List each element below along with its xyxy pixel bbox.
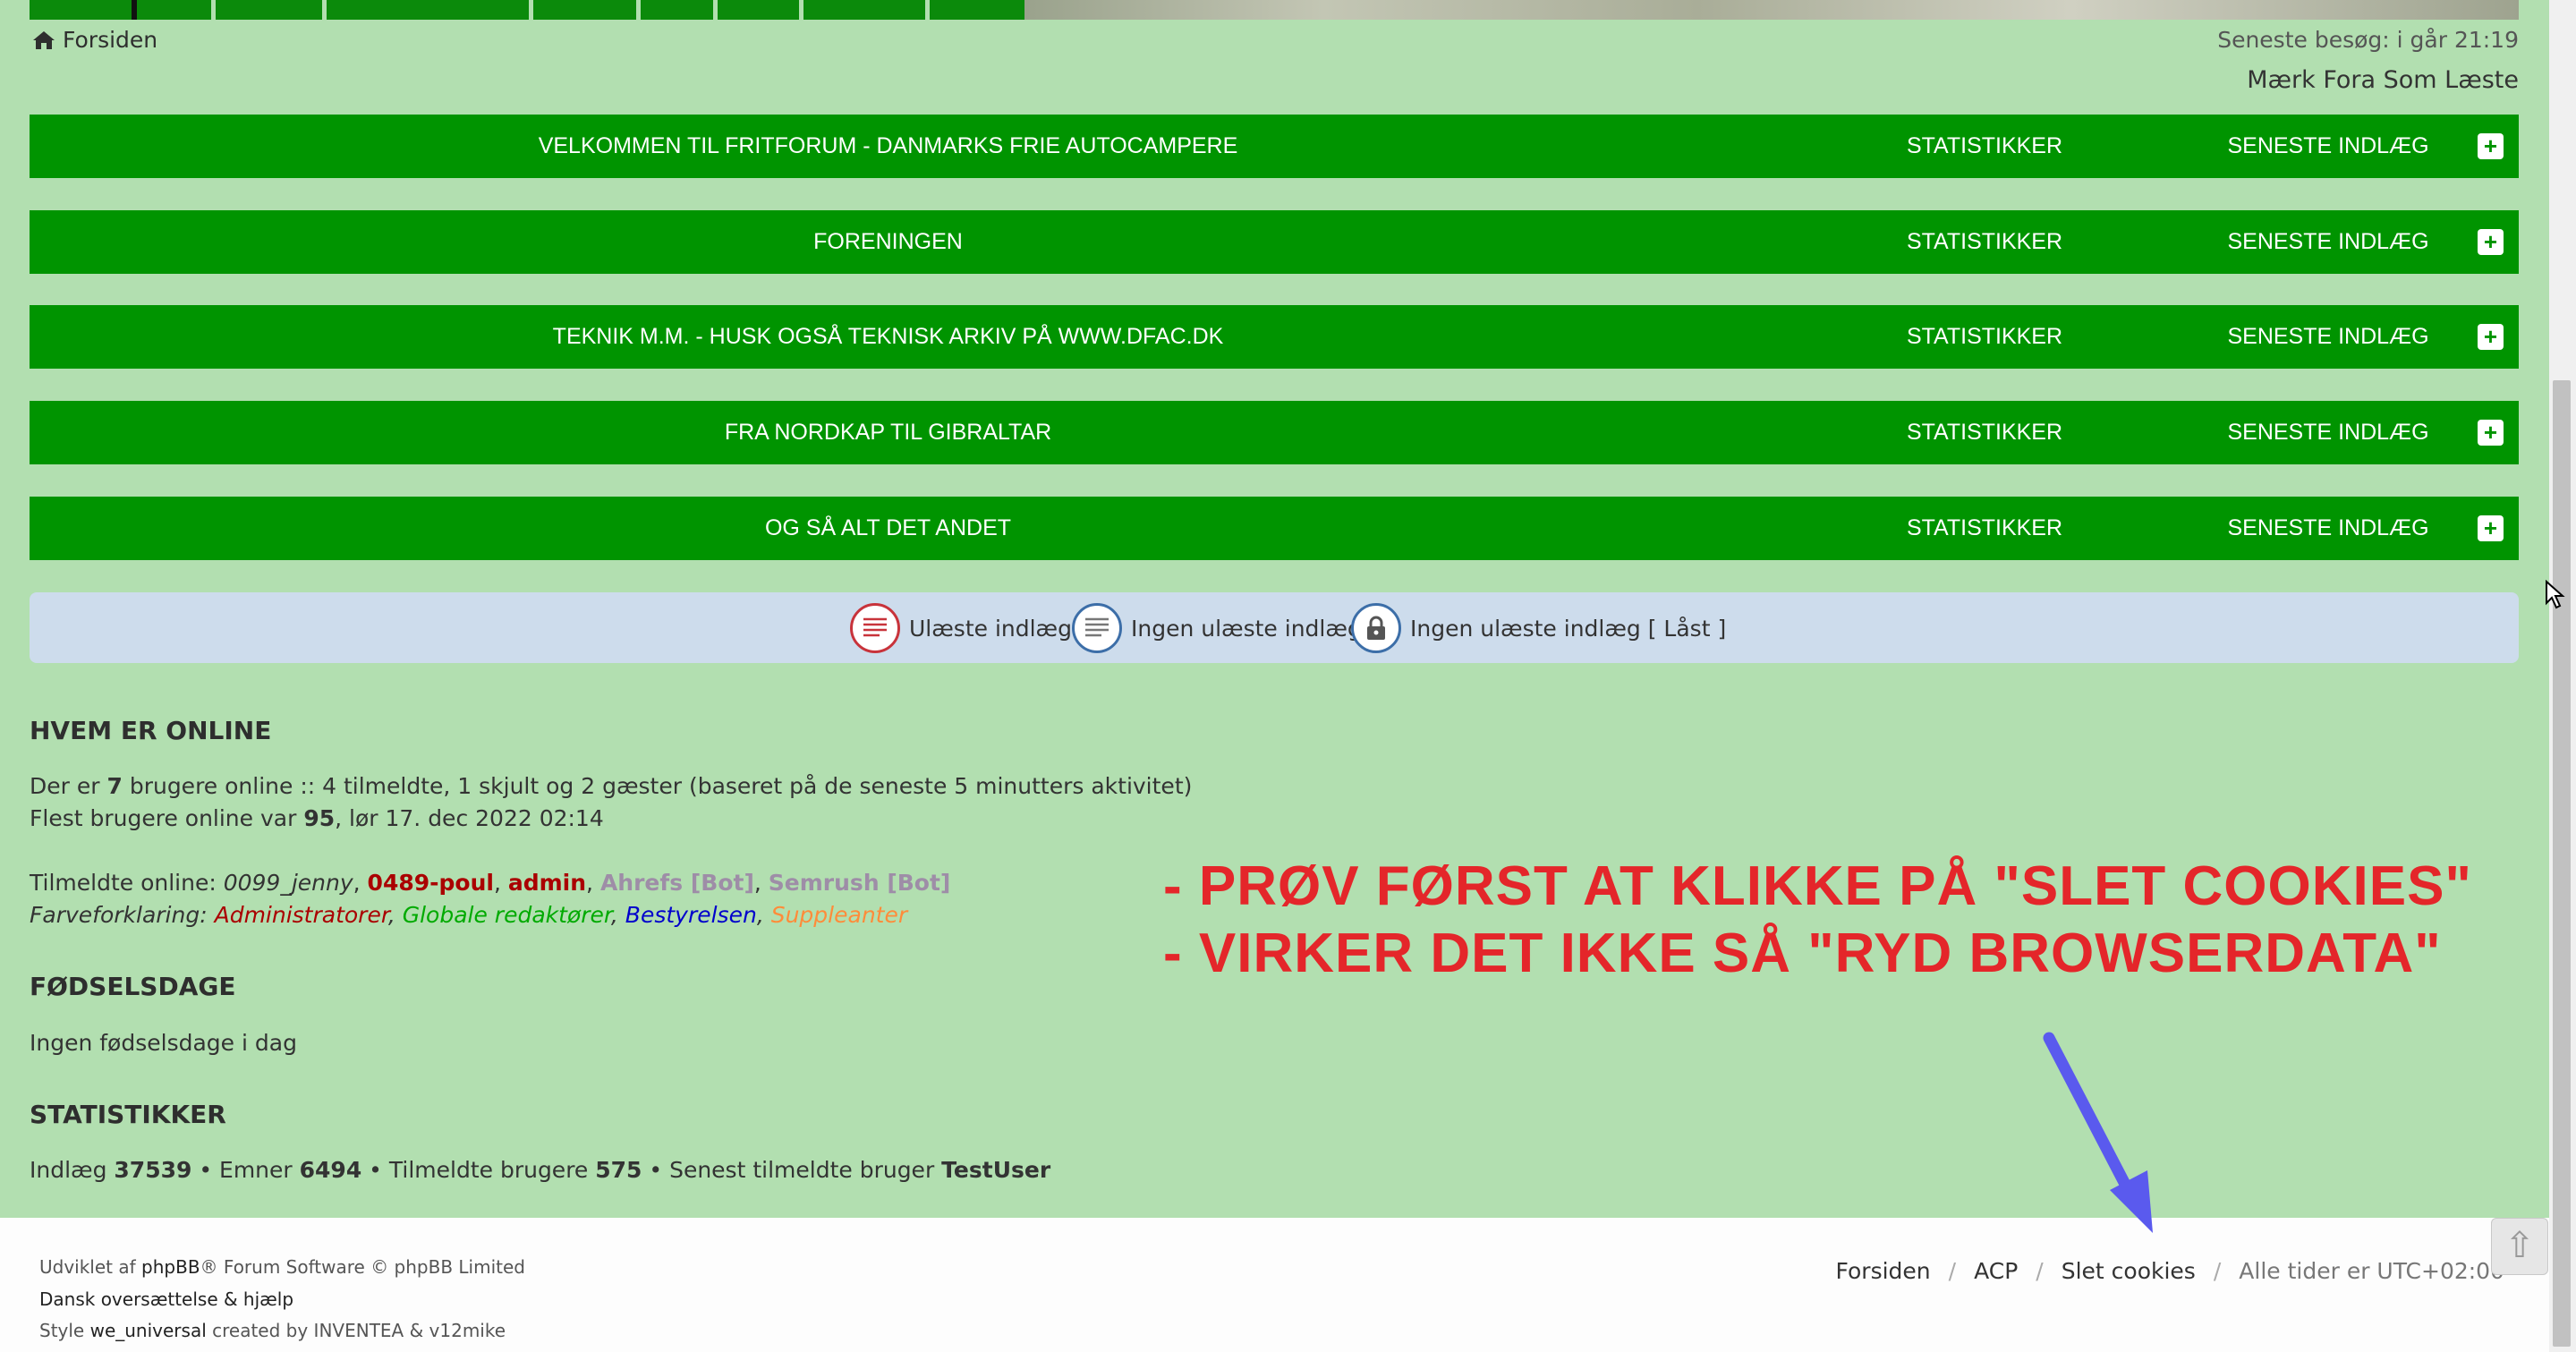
group-link[interactable]: Globale redaktører <box>403 902 611 928</box>
online-record: 95 <box>303 805 336 831</box>
home-icon <box>33 30 55 49</box>
birthdays-heading: FØDSELSDAGE <box>30 972 236 1001</box>
category-stats-header: STATISTIKKER <box>1906 420 2063 445</box>
statistics-line: Indlæg 37539 • Emner 6494 • Tilmeldte br… <box>30 1157 1051 1183</box>
forum-icon-legend: Ulæste indlæg Ingen ulæste indlæg Ingen … <box>30 592 2519 663</box>
top-nav-strip[interactable] <box>30 0 1024 20</box>
registered-online: Tilmeldte online: 0099_jenny, 0489-poul,… <box>30 870 951 896</box>
scrollbar-thumb[interactable] <box>2553 380 2571 1347</box>
annotation-line-2: - VIRKER DET IKKE SÅ "RYD BROWSERDATA" <box>1163 923 2442 984</box>
footer-credit: Udviklet af phpBB® Forum Software © phpB… <box>39 1256 525 1278</box>
footer-home-link[interactable]: Forsiden <box>1836 1258 1931 1284</box>
page-body: Forsiden Seneste besøg: i går 21:19 Mærk… <box>0 0 2549 1218</box>
group-link[interactable]: Bestyrelsen <box>625 902 757 928</box>
footer-separator: / <box>2036 1258 2044 1284</box>
group-color-legend: Farveforklaring: Administratorer, Global… <box>30 902 908 928</box>
expand-toggle-icon[interactable]: + <box>2478 229 2504 255</box>
category-bar[interactable]: TEKNIK M.M. - HUSK OGSÅ TEKNISK ARKIV PÅ… <box>30 305 2519 369</box>
expand-toggle-icon[interactable]: + <box>2478 515 2504 541</box>
user-link[interactable]: Semrush [Bot] <box>769 870 951 896</box>
read-forum-icon <box>1072 603 1122 653</box>
online-count-line: Der er 7 brugere online :: 4 tilmeldte, … <box>30 773 1193 799</box>
footer-acp-link[interactable]: ACP <box>1974 1258 2018 1284</box>
user-link[interactable]: 0099_jenny <box>224 870 353 896</box>
category-title[interactable]: VELKOMMEN TIL FRITFORUM - DANMARKS FRIE … <box>30 115 1747 178</box>
user-link[interactable]: 0489-poul <box>368 870 494 896</box>
category-latest-header: SENESTE INDLÆG <box>2227 229 2429 254</box>
style-link[interactable]: we_universal <box>90 1320 207 1341</box>
category-stats-header: STATISTIKKER <box>1906 133 2063 158</box>
translation-link[interactable]: Dansk oversættelse & hjælp <box>39 1288 293 1310</box>
category-title[interactable]: OG SÅ ALT DET ANDET <box>30 497 1747 560</box>
legend-unread: Ulæste indlæg <box>850 601 1072 655</box>
top-banner <box>0 0 2549 20</box>
category-title[interactable]: TEKNIK M.M. - HUSK OGSÅ TEKNISK ARKIV PÅ… <box>30 305 1747 369</box>
back-to-top-button[interactable]: ⇧ <box>2491 1218 2548 1275</box>
category-latest-header: SENESTE INDLÆG <box>2227 324 2429 349</box>
footer-style-credit: Style we_universal created by INVENTEA &… <box>39 1320 506 1341</box>
category-latest-header: SENESTE INDLÆG <box>2227 515 2429 540</box>
delete-cookies-link[interactable]: Slet cookies <box>2062 1258 2196 1284</box>
stat-members: 575 <box>595 1157 642 1183</box>
annotation-line-1: - PRØV FØRST AT KLIKKE PÅ "SLET COOKIES" <box>1163 855 2472 917</box>
breadcrumb-home[interactable]: Forsiden <box>63 27 157 53</box>
footer-links: Forsiden / ACP / Slet cookies / Alle tid… <box>1836 1258 2505 1284</box>
footer-separator: / <box>1948 1258 1957 1284</box>
expand-toggle-icon[interactable]: + <box>2478 420 2504 446</box>
legend-locked: Ingen ulæste indlæg [ Låst ] <box>1351 601 1726 655</box>
category-latest-header: SENESTE INDLÆG <box>2227 420 2429 445</box>
birthdays-text: Ingen fødselsdage i dag <box>30 1030 297 1056</box>
mouse-cursor-icon <box>2546 580 2565 609</box>
stat-posts: 37539 <box>114 1157 192 1183</box>
online-record-line: Flest brugere online var 95, lør 17. dec… <box>30 805 604 831</box>
newest-member-link[interactable]: TestUser <box>941 1157 1050 1183</box>
stat-topics: 6494 <box>299 1157 362 1183</box>
category-title[interactable]: FORENINGEN <box>30 210 1747 274</box>
who-is-online-heading: HVEM ER ONLINE <box>30 716 272 745</box>
category-bar[interactable]: VELKOMMEN TIL FRITFORUM - DANMARKS FRIE … <box>30 115 2519 178</box>
group-link[interactable]: Administratorer <box>215 902 388 928</box>
lock-icon <box>1351 603 1401 653</box>
category-stats-header: STATISTIKKER <box>1906 515 2063 540</box>
category-stats-header: STATISTIKKER <box>1906 324 2063 349</box>
user-link[interactable]: admin <box>508 870 586 896</box>
legend-no-unread: Ingen ulæste indlæg <box>1072 601 1362 655</box>
category-bar[interactable]: OG SÅ ALT DET ANDET STATISTIKKER SENESTE… <box>30 497 2519 560</box>
unread-forum-icon <box>850 603 900 653</box>
last-visit: Seneste besøg: i går 21:19 <box>2217 27 2519 53</box>
category-stats-header: STATISTIKKER <box>1906 229 2063 254</box>
legend-locked-label: Ingen ulæste indlæg [ Låst ] <box>1410 615 1727 642</box>
category-title[interactable]: FRA NORDKAP TIL GIBRALTAR <box>30 401 1747 464</box>
legend-no-unread-label: Ingen ulæste indlæg <box>1131 615 1362 642</box>
category-latest-header: SENESTE INDLÆG <box>2227 133 2429 158</box>
phpbb-link[interactable]: phpBB <box>141 1256 200 1278</box>
group-link[interactable]: Suppleanter <box>771 902 907 928</box>
breadcrumb[interactable]: Forsiden <box>32 27 157 53</box>
category-bar[interactable]: FRA NORDKAP TIL GIBRALTAR STATISTIKKER S… <box>30 401 2519 464</box>
user-link[interactable]: Ahrefs [Bot] <box>600 870 754 896</box>
expand-toggle-icon[interactable]: + <box>2478 324 2504 350</box>
expand-toggle-icon[interactable]: + <box>2478 133 2504 159</box>
online-count: 7 <box>106 773 123 799</box>
mark-forums-read-link[interactable]: Mærk Fora Som Læste <box>2247 66 2519 94</box>
header-banner-image <box>1024 0 2519 20</box>
footer-separator: / <box>2213 1258 2222 1284</box>
timezone-info: Alle tider er UTC+02:00 <box>2239 1258 2504 1284</box>
legend-unread-label: Ulæste indlæg <box>909 615 1072 642</box>
statistics-heading: STATISTIKKER <box>30 1100 226 1129</box>
category-bar[interactable]: FORENINGEN STATISTIKKER SENESTE INDLÆG + <box>30 210 2519 274</box>
site-footer: Udviklet af phpBB® Forum Software © phpB… <box>0 1218 2549 1352</box>
